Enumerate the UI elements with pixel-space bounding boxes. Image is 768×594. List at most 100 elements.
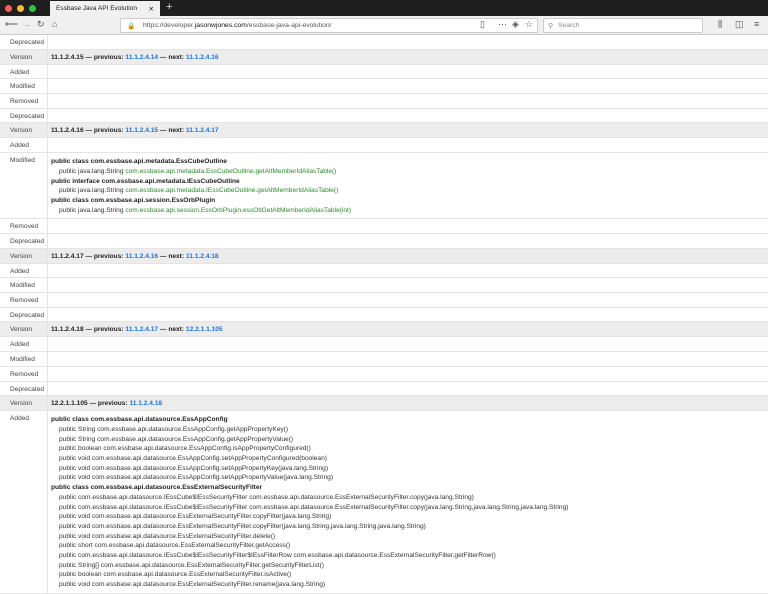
more-icon[interactable]: ⋯ (498, 19, 507, 30)
change-type-label: Added (0, 411, 48, 593)
previous-label: — previous: (83, 252, 126, 260)
version-number: 11.1.2.4.16 (51, 127, 84, 135)
change-row: Deprecated (0, 307, 768, 323)
reader-view-icon[interactable]: ▯ (480, 19, 485, 30)
version-number: 12.2.1.1.105 (51, 400, 88, 408)
change-type-label: Modified (0, 278, 48, 293)
member-return-type: public java.lang.String (59, 206, 126, 214)
pocket-icon[interactable]: ◈ (512, 19, 519, 30)
bookmark-star-icon[interactable]: ☆ (525, 19, 533, 30)
member-signature: public String com.essbase.api.datasource… (51, 435, 768, 445)
next-version-link[interactable]: 11.1.2.4.18 (186, 253, 219, 260)
version-row: Version 11.1.2.4.17 — previous: 11.1.2.4.… (0, 248, 768, 264)
change-row: Removed (0, 293, 768, 308)
change-list (48, 94, 768, 108)
next-version-link[interactable]: 12.2.1.1.105 (186, 326, 223, 333)
version-value: 12.2.1.1.105 — previous: 11.1.2.4.18 (48, 396, 768, 410)
browser-tab[interactable]: Essbase Java API Evolution ✕ (50, 1, 160, 16)
url-path: /essbase-java-api-evolution/ (246, 22, 332, 29)
url-domain: jasonwjones.com (194, 22, 247, 29)
member-method: public void com.essbase.api.datasource.E… (59, 532, 276, 540)
change-row: Added (0, 64, 768, 80)
change-list (48, 352, 768, 366)
member-method: public String com.essbase.api.datasource… (59, 425, 289, 433)
change-type-label: Added (0, 337, 48, 352)
change-type-label: Deprecated (0, 234, 48, 248)
library-icon[interactable]: ⫼ (718, 19, 722, 30)
change-type-label: Deprecated (0, 381, 48, 396)
change-list (48, 79, 768, 93)
next-label: — next: (158, 127, 186, 135)
member-signature: public String[] com.essbase.api.datasour… (51, 561, 768, 571)
class-name: public class com.essbase.api.datasource.… (51, 416, 228, 424)
version-value: 11.1.2.4.16 — previous: 11.1.2.4.15 — ne… (48, 123, 768, 137)
member-signature: public java.lang.String com.essbase.api.… (51, 186, 768, 196)
api-evolution-table: Deprecated Version 11.1.2.4.15 — previous:… (0, 35, 768, 594)
version-row: Version 11.1.2.4.16 — previous: 11.1.2.4.… (0, 123, 768, 139)
close-window-button[interactable] (5, 4, 12, 12)
member-signature: public short com.essbase.api.datasource.… (51, 541, 768, 551)
change-row: Modified (0, 278, 768, 294)
member-method: public void com.essbase.api.datasource.E… (59, 522, 426, 530)
member-signature: public void com.essbase.api.datasource.E… (51, 512, 768, 522)
previous-label: — previous: (83, 53, 126, 61)
change-row: Removed (0, 366, 768, 382)
search-input[interactable]: ⚲ Search (543, 18, 703, 33)
home-icon[interactable]: ⌂ (52, 19, 57, 29)
back-button[interactable]: ⟵ (5, 19, 18, 30)
url-bar[interactable]: 🔒 https://developer. jasonwjones.com/essb… (120, 18, 538, 33)
version-value: 11.1.2.4.15 — previous: 11.1.2.4.14 — ne… (48, 50, 768, 64)
change-type-label: Modified (0, 153, 48, 219)
reload-button[interactable]: ↻ (37, 19, 45, 30)
new-tab-button[interactable]: + (166, 1, 172, 13)
member-signature: public java.lang.String com.essbase.api.… (51, 167, 768, 177)
change-row: Removed (0, 219, 768, 235)
next-version-link[interactable]: 11.1.2.4.16 (186, 54, 219, 61)
change-list (48, 367, 768, 381)
close-tab-icon[interactable]: ✕ (149, 5, 154, 13)
member-signature: public com.essbase.api.datasource.IEssCu… (51, 551, 768, 561)
previous-label: — previous: (83, 326, 126, 334)
forward-button[interactable]: → (22, 19, 31, 29)
maximize-window-button[interactable] (29, 4, 36, 12)
version-number: 11.1.2.4.15 (51, 53, 84, 61)
previous-version-link[interactable]: 11.1.2.4.16 (125, 253, 158, 260)
member-signature: public void com.essbase.api.datasource.E… (51, 522, 768, 532)
member-signature: public boolean com.essbase.api.datasourc… (51, 444, 768, 454)
member-method: public String com.essbase.api.datasource… (59, 435, 294, 443)
member-signature: public com.essbase.api.datasource.IEssCu… (51, 493, 768, 503)
minimize-window-button[interactable] (17, 4, 24, 12)
change-list (48, 109, 768, 123)
next-version-link[interactable]: 11.1.2.4.17 (186, 127, 219, 134)
version-label: Version (0, 322, 48, 337)
menu-icon[interactable]: ≡ (754, 19, 759, 29)
class-name: public interface com.essbase.api.metadat… (51, 177, 240, 185)
member-signature: public boolean com.essbase.api.datasourc… (51, 570, 768, 580)
change-list (48, 382, 768, 396)
member-method: public void com.essbase.api.datasource.E… (59, 464, 329, 472)
change-list (48, 337, 768, 351)
change-list: public class com.essbase.api.datasource.… (48, 411, 768, 593)
version-label: Version (0, 396, 48, 411)
change-list (48, 278, 768, 292)
url-prefix: https://developer. (143, 22, 195, 29)
previous-version-link[interactable]: 11.1.2.4.17 (125, 326, 158, 333)
change-type-label: Removed (0, 219, 48, 234)
class-name: public class com.essbase.api.session.Ess… (51, 196, 216, 204)
version-row: Version 11.1.2.4.18 — previous: 11.1.2.4.… (0, 322, 768, 338)
member-signature: public void com.essbase.api.datasource.E… (51, 464, 768, 474)
change-row: Deprecated (0, 381, 768, 397)
change-row: Added public class com.essbase.api.dataso… (0, 411, 768, 594)
sidebar-icon[interactable]: ◫ (735, 19, 744, 30)
member-method: com.essbase.api.metadata.EssCubeOutline.… (125, 167, 337, 175)
change-type-label: Deprecated (0, 108, 48, 123)
member-method: public short com.essbase.api.datasource.… (59, 542, 291, 550)
change-type-label: Deprecated (0, 307, 48, 322)
previous-label: — previous: (87, 400, 130, 408)
class-name: public class com.essbase.api.metadata.Es… (51, 158, 227, 166)
previous-version-link[interactable]: 11.1.2.4.15 (125, 127, 158, 134)
change-type-label: Added (0, 263, 48, 278)
previous-version-link[interactable]: 11.1.2.4.14 (125, 54, 158, 61)
change-list (48, 264, 768, 278)
previous-version-link[interactable]: 11.1.2.4.18 (129, 400, 162, 407)
